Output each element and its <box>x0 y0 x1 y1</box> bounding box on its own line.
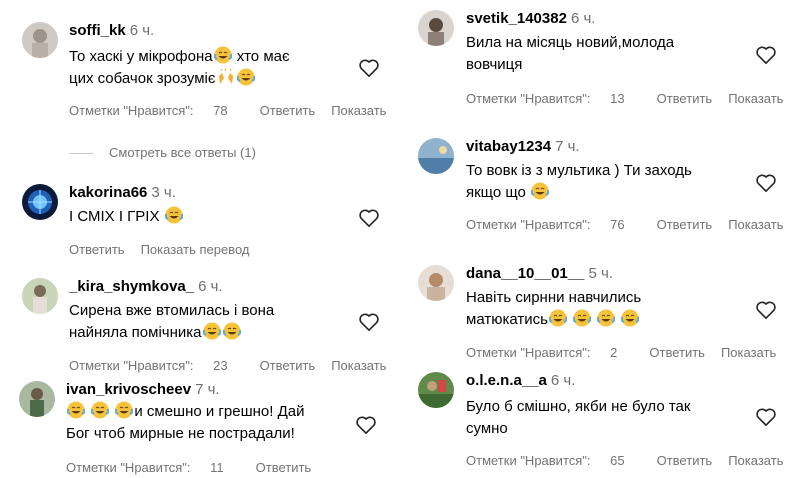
avatar[interactable] <box>418 372 454 408</box>
timestamp[interactable]: 6 ч. <box>198 278 223 295</box>
like-heart-icon[interactable] <box>755 45 777 65</box>
avatar[interactable] <box>418 138 454 174</box>
show-translation-button[interactable]: Показать <box>728 217 783 232</box>
username[interactable]: soffi_kk <box>69 22 126 39</box>
avatar[interactable] <box>19 381 55 417</box>
username[interactable]: _kira_shymkova_ <box>69 278 194 295</box>
reply-button[interactable]: Ответить <box>260 103 316 118</box>
comment-kira-shymkova: _kira_shymkova_ 6 ч. Сирена вже втомилась… <box>22 278 392 373</box>
like-heart-icon[interactable] <box>358 208 380 228</box>
username[interactable]: vitabay1234 <box>466 138 551 155</box>
show-translation-button[interactable]: Показать <box>728 453 783 468</box>
show-translation-button[interactable]: Показать <box>331 103 386 118</box>
comment-soffi-kk: soffi_kk 6 ч. То хаскі у мікрофона хто ма… <box>22 22 392 122</box>
laugh-cry-emoji <box>67 401 85 419</box>
reply-button[interactable]: Ответить <box>657 91 713 106</box>
like-heart-icon[interactable] <box>355 415 377 435</box>
laugh-cry-emoji <box>213 46 232 64</box>
like-heart-icon[interactable] <box>755 300 777 320</box>
comment-text: І СМІХ І ГРІХ <box>69 206 184 228</box>
comment-text: То хаскі у мікрофона хто має цих собачок… <box>69 46 290 87</box>
comment-vitabay1234: vitabay1234 7 ч. То вовк із з мультика ) … <box>418 138 790 238</box>
comment-ivan-krivoscheev: ivan_krivoscheev 7 ч. и смешно и грешно! … <box>19 381 389 476</box>
avatar[interactable] <box>22 184 58 220</box>
show-translation-button[interactable]: Показать <box>721 345 776 360</box>
show-translation-button[interactable]: Показать <box>728 91 783 106</box>
timestamp[interactable]: 6 ч. <box>551 372 576 389</box>
likes-count[interactable]: Отметки "Нравится": 65 <box>466 453 641 468</box>
likes-count[interactable]: Отметки "Нравится": 13 <box>466 91 641 106</box>
reply-button[interactable]: Ответить <box>260 358 316 373</box>
timestamp[interactable]: 7 ч. <box>555 138 580 155</box>
like-heart-icon[interactable] <box>358 58 380 78</box>
reply-button[interactable]: Ответить <box>69 242 125 257</box>
likes-count[interactable]: Отметки "Нравится": 78 <box>69 103 244 118</box>
view-replies-button[interactable]: Смотреть все ответы (1) <box>69 145 256 160</box>
username[interactable]: ivan_krivoscheev <box>66 381 191 398</box>
timestamp[interactable]: 6 ч. <box>130 22 155 39</box>
laugh-cry-emoji <box>531 182 550 200</box>
username[interactable]: o.l.e.n.a__a <box>466 372 547 389</box>
laugh-cry-emoji <box>91 401 110 419</box>
comment-text: и смешно и грешно! Дай Бог чтоб мирные н… <box>66 401 305 442</box>
comment-text: Сирена вже втомилась і вона найняла помі… <box>69 302 275 341</box>
timestamp[interactable]: 6 ч. <box>571 10 596 27</box>
reply-button[interactable]: Ответить <box>657 453 713 468</box>
comment-text: Було б смішно, якби не було так сумно <box>466 398 691 437</box>
comment-kakorina66: kakorina66 3 ч. І СМІХ І ГРІХ Ответить Пок… <box>22 184 392 264</box>
likes-count[interactable]: Отметки "Нравится": 11 <box>66 460 240 475</box>
laugh-cry-emoji <box>621 309 640 327</box>
reply-button[interactable]: Ответить <box>657 217 713 232</box>
comment-text: Навіть сирнни навчились матюкатись <box>466 289 642 328</box>
like-heart-icon[interactable] <box>755 173 777 193</box>
comment-text: То вовк із з мультика ) Ти заходь якщо щ… <box>466 162 692 201</box>
laugh-cry-emoji <box>548 309 567 327</box>
laugh-cry-emoji <box>222 322 241 340</box>
laugh-cry-emoji <box>597 309 616 327</box>
divider-line <box>69 153 93 155</box>
avatar[interactable] <box>418 10 454 46</box>
laugh-cry-emoji <box>164 206 183 224</box>
laugh-cry-emoji <box>202 322 221 340</box>
comment-olena-a: o.l.e.n.a__a 6 ч. Було б смішно, якби не … <box>418 372 790 472</box>
laugh-cry-emoji <box>573 309 592 327</box>
like-heart-icon[interactable] <box>755 407 777 427</box>
username[interactable]: kakorina66 <box>69 184 147 201</box>
reply-button[interactable]: Ответить <box>256 460 312 475</box>
timestamp[interactable]: 5 ч. <box>588 265 613 282</box>
reply-button[interactable]: Ответить <box>649 345 705 360</box>
show-translation-button[interactable]: Показать <box>331 358 386 373</box>
username[interactable]: svetik_140382 <box>466 10 567 27</box>
comment-dana-10-01: dana__10__01__ 5 ч. Навіть сирнни навчили… <box>418 265 790 365</box>
raised-hands-emoji <box>217 68 235 86</box>
avatar[interactable] <box>22 278 58 314</box>
show-translation-button[interactable]: Показать перевод <box>141 242 250 257</box>
timestamp[interactable]: 7 ч. <box>195 381 220 398</box>
comment-svetik-140382: svetik_140382 6 ч. Вила на місяць новий,м… <box>418 10 790 110</box>
laugh-cry-emoji <box>236 68 255 86</box>
username[interactable]: dana__10__01__ <box>466 265 584 282</box>
timestamp[interactable]: 3 ч. <box>151 184 176 201</box>
avatar[interactable] <box>418 265 454 301</box>
likes-count[interactable]: Отметки "Нравится": 76 <box>466 217 641 232</box>
laugh-cry-emoji <box>115 401 134 419</box>
likes-count[interactable]: Отметки "Нравится": 2 <box>466 345 633 360</box>
like-heart-icon[interactable] <box>358 312 380 332</box>
comment-text: Вила на місяць новий,молода вовчиця <box>466 34 675 73</box>
avatar[interactable] <box>22 22 58 58</box>
likes-count[interactable]: Отметки "Нравится": 23 <box>69 358 244 373</box>
